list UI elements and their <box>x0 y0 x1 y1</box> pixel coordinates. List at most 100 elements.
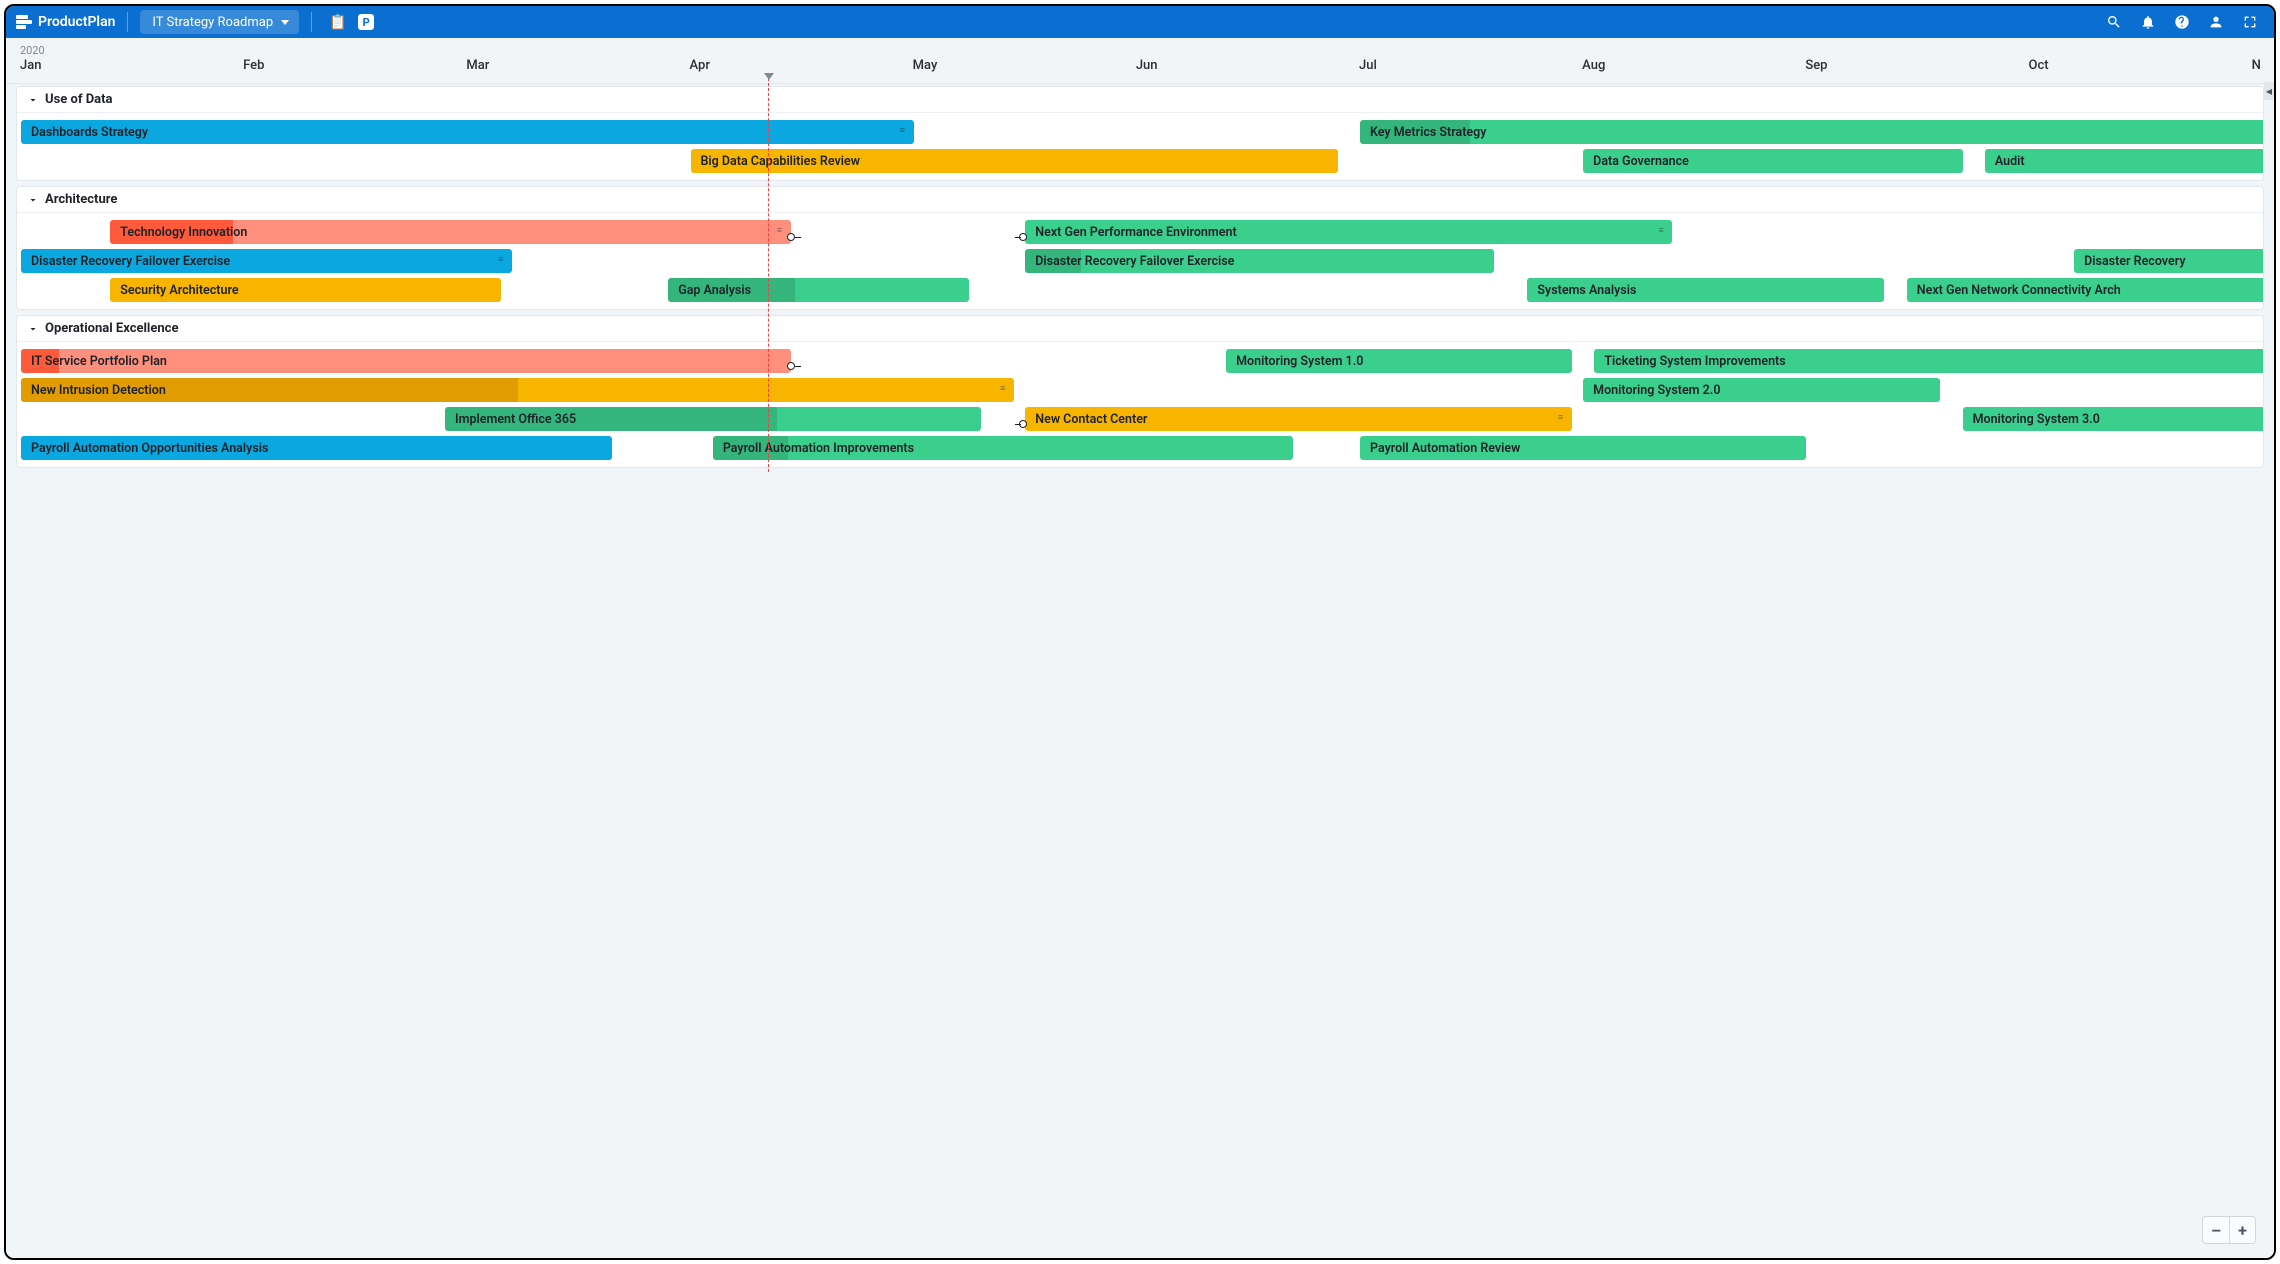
drag-handle-icon[interactable] <box>1658 222 1668 230</box>
roadmap-bar[interactable]: New Intrusion Detection <box>21 378 1014 402</box>
roadmap-bar[interactable]: Next Gen Performance Environment <box>1025 220 1672 244</box>
lane-row: Security Architecture Gap Analysis Systems… <box>17 276 2263 304</box>
roadmap-bar[interactable]: Next Gen Network Connectivity Arch <box>1907 278 2264 302</box>
zoom-in-button[interactable]: + <box>2229 1217 2255 1243</box>
clipboard-icon[interactable]: 📋 <box>326 10 350 34</box>
link-connector-icon[interactable] <box>787 233 797 243</box>
roadmap-bar[interactable]: Payroll Automation Improvements <box>713 436 1293 460</box>
roadmap-bar[interactable]: Systems Analysis <box>1527 278 1884 302</box>
bar-label: Security Architecture <box>120 283 238 298</box>
month-label: Sep <box>1805 58 1827 73</box>
month-label: Apr <box>690 58 710 73</box>
roadmap-bar[interactable]: Data Governance <box>1583 149 1962 173</box>
lane-group: Operational Excellence IT Service Portfol… <box>16 315 2264 468</box>
drag-handle-icon[interactable] <box>777 222 787 230</box>
link-connector-icon[interactable] <box>1019 420 1029 430</box>
lane-body: IT Service Portfolio Plan Monitoring Syst… <box>17 342 2263 467</box>
bar-label: Big Data Capabilities Review <box>701 154 860 169</box>
month-label: Aug <box>1582 58 1605 73</box>
bar-label: Monitoring System 1.0 <box>1236 354 1363 369</box>
roadmap-bar[interactable]: Monitoring System 1.0 <box>1226 349 1572 373</box>
roadmap-bar[interactable]: IT Service Portfolio Plan <box>21 349 791 373</box>
roadmap-bar[interactable]: Key Metrics Strategy <box>1360 120 2264 144</box>
lane-row: Implement Office 365 New Contact Center Mo… <box>17 405 2263 433</box>
roadmap-bar[interactable]: Dashboards Strategy <box>21 120 914 144</box>
bell-icon[interactable] <box>2136 10 2160 34</box>
lane-title: Architecture <box>45 192 117 207</box>
bar-label: Key Metrics Strategy <box>1370 125 1486 140</box>
bar-label: Systems Analysis <box>1537 283 1636 298</box>
roadmap-bar[interactable]: Big Data Capabilities Review <box>691 149 1338 173</box>
roadmap-bar[interactable]: Gap Analysis <box>668 278 969 302</box>
roadmap-bar[interactable]: Disaster Recovery Failover Exercise <box>21 249 512 273</box>
lane-title: Operational Excellence <box>45 321 178 336</box>
separator <box>311 12 312 32</box>
link-connector-icon[interactable] <box>787 362 797 372</box>
lane-row: Technology Innovation Next Gen Performanc… <box>17 218 2263 246</box>
user-icon[interactable] <box>2204 10 2228 34</box>
lane-row: Disaster Recovery Failover Exercise Disas… <box>17 247 2263 275</box>
lane-header[interactable]: Operational Excellence <box>17 316 2263 342</box>
roadmap-bar[interactable]: Monitoring System 3.0 <box>1963 407 2264 431</box>
bar-label: New Contact Center <box>1035 412 1147 427</box>
roadmap-selector[interactable]: IT Strategy Roadmap <box>140 10 299 34</box>
lane-title: Use of Data <box>45 92 112 107</box>
drag-handle-icon[interactable] <box>1000 380 1010 388</box>
bar-label: Dashboards Strategy <box>31 125 148 140</box>
months-row: JanFebMarAprMayJunJulAugSepOctN <box>6 58 2274 80</box>
year-label: 2020 <box>20 44 45 57</box>
bar-label: Disaster Recovery Failover Exercise <box>31 254 230 269</box>
month-label: Feb <box>243 58 264 73</box>
lane-header[interactable]: Architecture <box>17 187 2263 213</box>
app-frame: ProductPlan IT Strategy Roadmap 📋 P <box>4 4 2276 1260</box>
month-label: Jul <box>1359 58 1377 73</box>
zoom-out-button[interactable]: – <box>2203 1217 2229 1243</box>
help-icon[interactable] <box>2170 10 2194 34</box>
bar-label: Payroll Automation Improvements <box>723 441 914 456</box>
lane-header[interactable]: Use of Data <box>17 87 2263 113</box>
lane-row: Dashboards Strategy Key Metrics Strategy <box>17 118 2263 146</box>
roadmap-bar[interactable]: Monitoring System 2.0 <box>1583 378 1940 402</box>
bar-label: Payroll Automation Review <box>1370 441 1520 456</box>
roadmap-bar[interactable]: Audit <box>1985 149 2264 173</box>
lane-group: Use of Data Dashboards Strategy Key Metric… <box>16 86 2264 181</box>
fullscreen-icon[interactable] <box>2238 10 2262 34</box>
roadmap-bar[interactable]: Implement Office 365 <box>445 407 981 431</box>
month-label: Mar <box>466 58 489 73</box>
parking-lot-icon[interactable]: P <box>354 10 378 34</box>
separator <box>127 12 128 32</box>
lane-row: Payroll Automation Opportunities Analysi… <box>17 434 2263 462</box>
bar-label: Ticketing System Improvements <box>1604 354 1785 369</box>
bar-label: Next Gen Performance Environment <box>1035 225 1236 240</box>
bar-label: IT Service Portfolio Plan <box>31 354 167 369</box>
zoom-controls: – + <box>2202 1216 2256 1244</box>
bar-label: Next Gen Network Connectivity Arch <box>1917 283 2121 298</box>
bar-label: New Intrusion Detection <box>31 383 166 398</box>
roadmap-bar[interactable]: New Contact Center <box>1025 407 1572 431</box>
chevron-down-icon <box>27 194 39 206</box>
roadmap-bar[interactable]: Disaster Recovery <box>2074 249 2264 273</box>
drag-handle-icon[interactable] <box>900 122 910 130</box>
drag-handle-icon[interactable] <box>498 251 508 259</box>
roadmap-bar[interactable]: Disaster Recovery Failover Exercise <box>1025 249 1494 273</box>
bar-label: Disaster Recovery <box>2084 254 2185 269</box>
roadmap-bar[interactable]: Ticketing System Improvements <box>1594 349 2264 373</box>
bar-label: Payroll Automation Opportunities Analysi… <box>31 441 268 456</box>
bar-label: Monitoring System 2.0 <box>1593 383 1720 398</box>
search-icon[interactable] <box>2102 10 2126 34</box>
roadmap-bar[interactable]: Technology Innovation <box>110 220 791 244</box>
month-label: Jun <box>1136 58 1158 73</box>
roadmap-title: IT Strategy Roadmap <box>152 15 273 30</box>
app-logo[interactable]: ProductPlan <box>16 14 115 30</box>
roadmap-bar[interactable]: Payroll Automation Opportunities Analysi… <box>21 436 612 460</box>
bar-label: Monitoring System 3.0 <box>1973 412 2100 427</box>
lane-row: New Intrusion Detection Monitoring System… <box>17 376 2263 404</box>
roadmap-bar[interactable]: Security Architecture <box>110 278 501 302</box>
drag-handle-icon[interactable] <box>1558 409 1568 417</box>
roadmap-bar[interactable]: Payroll Automation Review <box>1360 436 1806 460</box>
lane-body: Technology Innovation Next Gen Performanc… <box>17 213 2263 309</box>
link-connector-icon[interactable] <box>1019 233 1029 243</box>
roadmap-canvas[interactable]: 2020 JanFebMarAprMayJunJulAugSepOctN ◀ U… <box>6 38 2274 1258</box>
lane-row: Big Data Capabilities Review Data Governa… <box>17 147 2263 175</box>
bar-label: Technology Innovation <box>120 225 247 240</box>
